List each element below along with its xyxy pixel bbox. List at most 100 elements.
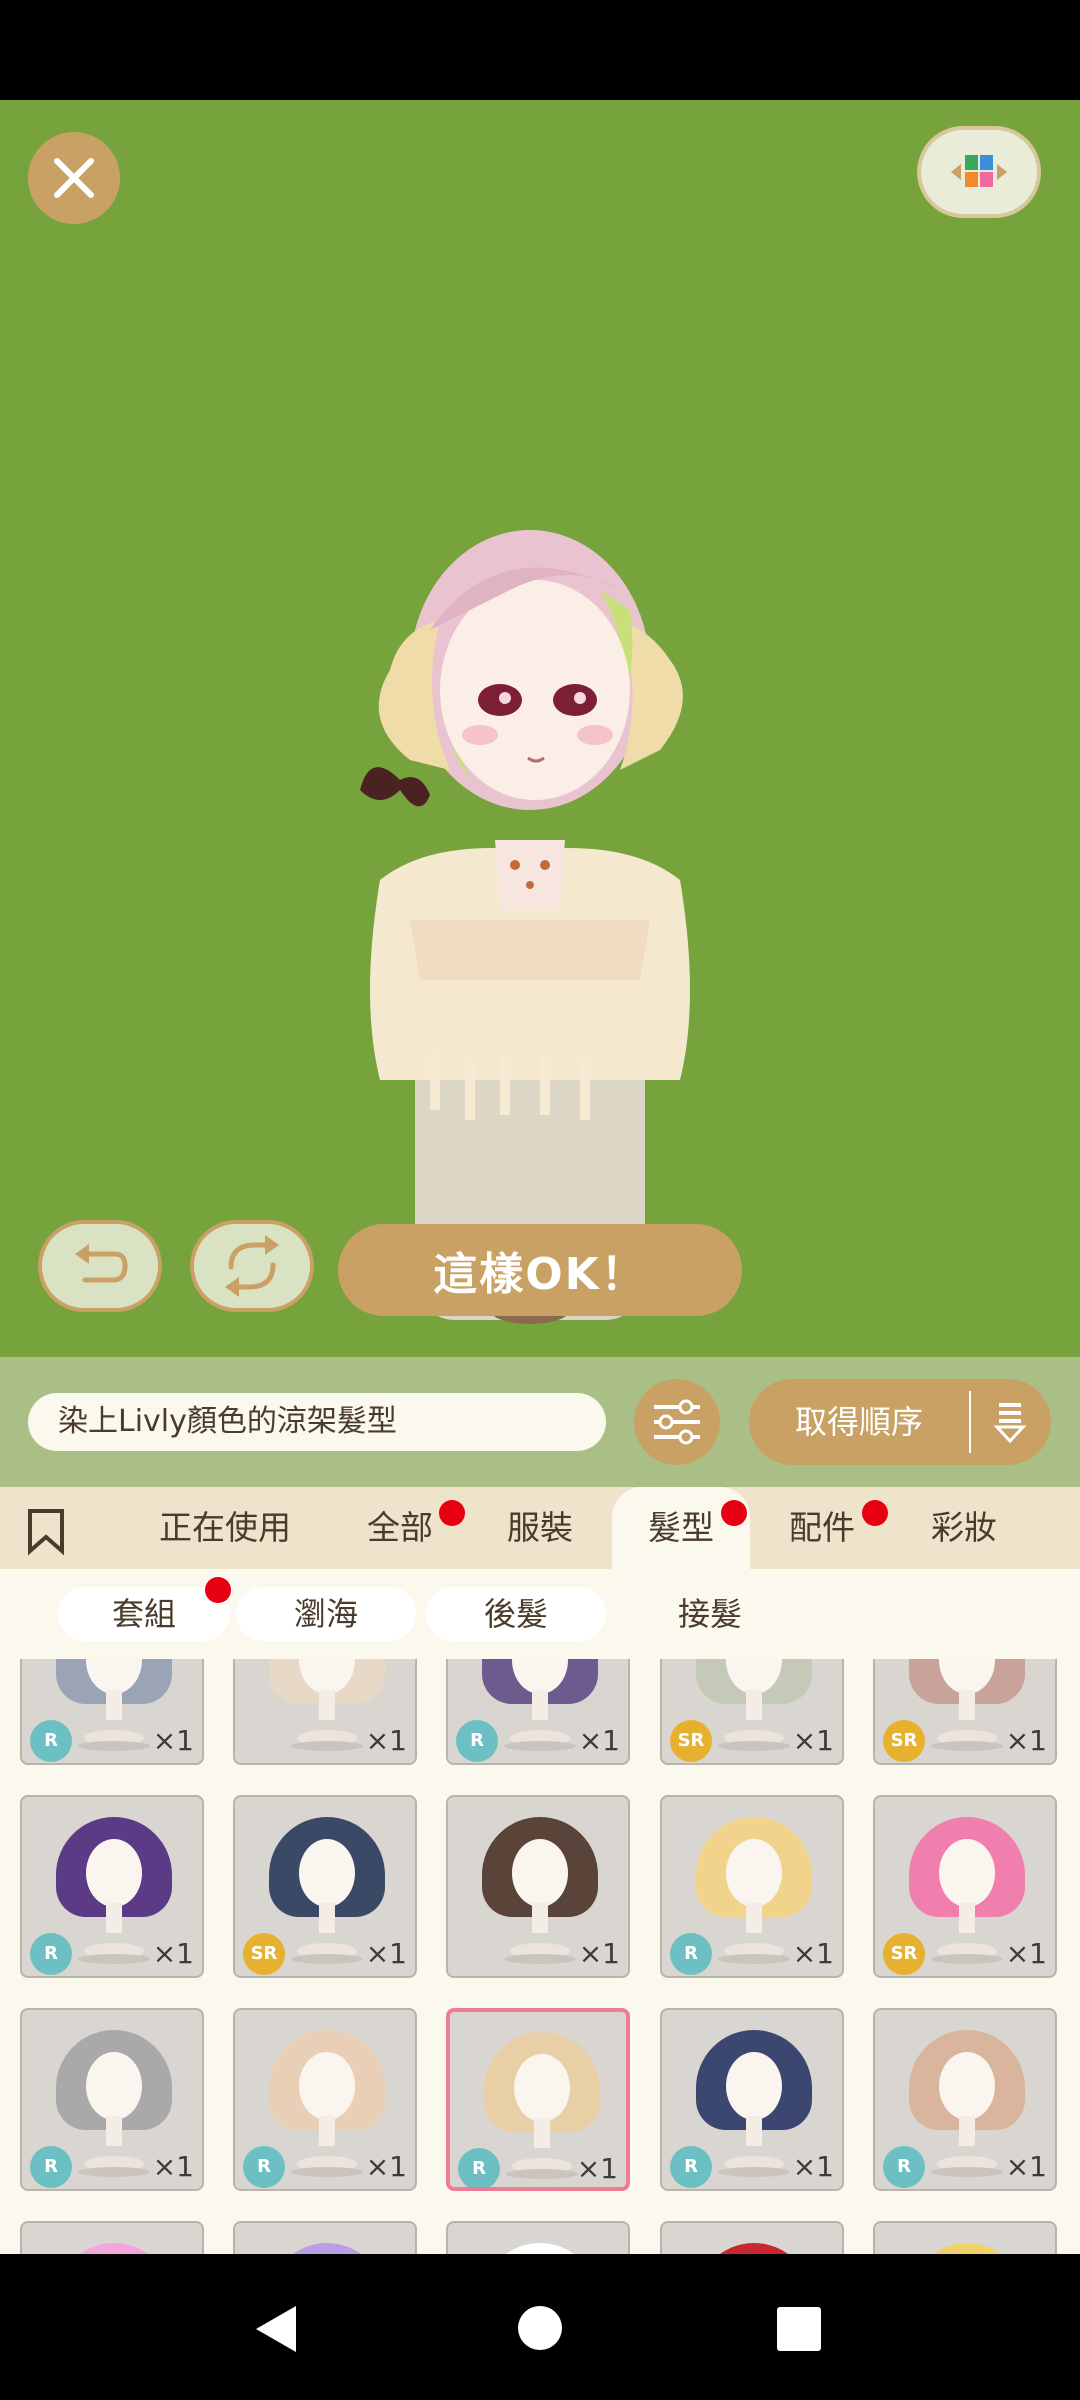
hair-item[interactable] — [446, 2221, 630, 2254]
rarity-badge: R — [458, 2148, 500, 2187]
recents-square-icon[interactable] — [776, 2306, 822, 2352]
item-quantity: ×1 — [792, 2150, 834, 2183]
item-quantity: ×1 — [1005, 1724, 1047, 1757]
hair-item[interactable]: SR ×1 — [233, 1795, 417, 1978]
hair-preview — [909, 2243, 1025, 2254]
rarity-badge: SR — [670, 1720, 712, 1762]
tab-all-badge — [439, 1500, 465, 1526]
mannequin-head-icon — [931, 1839, 1003, 1964]
hair-preview — [696, 2243, 812, 2254]
mannequin-head-icon — [78, 1659, 150, 1751]
item-quantity: ×1 — [578, 1724, 620, 1757]
item-quantity: ×1 — [1005, 2150, 1047, 2183]
ok-button[interactable]: 這樣OK！ — [338, 1224, 742, 1316]
hair-item[interactable] — [233, 2221, 417, 2254]
undo-button[interactable] — [38, 1220, 162, 1312]
sort-order-label: 取得順序 — [794, 1403, 923, 1441]
rarity-badge: R — [30, 1720, 72, 1762]
tab-in-use[interactable]: 正在使用 — [140, 1487, 310, 1569]
tab-clothing[interactable]: 服裝 — [480, 1487, 600, 1569]
tab-all[interactable]: 全部 — [340, 1487, 460, 1569]
rarity-badge: R — [30, 1933, 72, 1975]
item-name-field[interactable]: 染上Livly顏色的涼架髮型 — [28, 1393, 606, 1451]
tab-hairstyle[interactable]: 髮型 — [612, 1487, 750, 1569]
item-quantity: ×1 — [152, 1724, 194, 1757]
status-bar — [0, 0, 1080, 100]
close-button[interactable] — [28, 132, 120, 224]
home-circle-icon[interactable] — [516, 2304, 564, 2352]
item-quantity: ×1 — [152, 2150, 194, 2183]
mannequin-head-icon — [718, 2052, 790, 2177]
rarity-badge: SR — [243, 1933, 285, 1975]
hair-item[interactable]: ×1 — [446, 1795, 630, 1978]
sort-order-button[interactable]: 取得順序 — [749, 1379, 1051, 1465]
mannequin-head-icon — [78, 2052, 150, 2177]
rotate-icon — [225, 1235, 279, 1297]
close-icon — [54, 158, 94, 198]
hair-item[interactable]: R ×1 — [873, 2008, 1057, 2191]
mannequin-head-icon — [931, 2052, 1003, 2177]
subtab-back-hair[interactable]: 後髮 — [426, 1587, 606, 1641]
hair-item[interactable] — [873, 2221, 1057, 2254]
hair-item[interactable]: R ×1 — [20, 1659, 204, 1765]
filter-button[interactable] — [634, 1379, 720, 1465]
divider — [969, 1391, 971, 1453]
undo-icon — [75, 1244, 128, 1283]
rarity-badge: SR — [883, 1933, 925, 1975]
item-quantity: ×1 — [578, 1937, 620, 1970]
back-triangle-icon[interactable] — [252, 2304, 302, 2354]
hair-item[interactable]: R ×1 — [446, 2008, 630, 2191]
hair-item[interactable]: SR ×1 — [660, 1659, 844, 1765]
mannequin-head-icon — [504, 1839, 576, 1964]
hair-item[interactable]: R ×1 — [20, 1795, 204, 1978]
mannequin-head-icon — [931, 1659, 1003, 1751]
mannequin-head-icon — [291, 1839, 363, 1964]
color-layout-button[interactable] — [917, 126, 1041, 218]
mannequin-head-icon — [78, 1839, 150, 1964]
sort-order-icon[interactable] — [981, 1399, 1037, 1445]
subcategory-tabs: 套組 瀏海 後髮 接髮 — [0, 1569, 1080, 1659]
mannequin-head-icon — [291, 1659, 363, 1751]
hair-item[interactable] — [20, 2221, 204, 2254]
subtab-set-badge — [205, 1577, 231, 1603]
hair-item[interactable]: ×1 — [233, 1659, 417, 1765]
subtab-extensions[interactable]: 接髮 — [620, 1587, 800, 1641]
hair-item[interactable]: R ×1 — [446, 1659, 630, 1765]
hair-preview — [269, 2243, 385, 2254]
bookmark-icon[interactable] — [24, 1507, 68, 1555]
rarity-badge: R — [456, 1720, 498, 1762]
item-quantity: ×1 — [576, 2152, 618, 2185]
rarity-badge: R — [670, 1933, 712, 1975]
item-quantity: ×1 — [365, 1724, 407, 1757]
subtab-bangs[interactable]: 瀏海 — [236, 1587, 416, 1641]
subtab-set[interactable]: 套組 — [58, 1587, 230, 1641]
category-tabs: 正在使用 全部 服裝 髮型 配件 彩妝 — [0, 1487, 1080, 1569]
rarity-badge: R — [30, 2146, 72, 2188]
hair-item[interactable]: R ×1 — [660, 2008, 844, 2191]
tab-accessories[interactable]: 配件 — [762, 1487, 882, 1569]
mannequin-head-icon — [504, 1659, 576, 1751]
item-quantity: ×1 — [792, 1724, 834, 1757]
rarity-badge: R — [243, 2146, 285, 2188]
item-quantity: ×1 — [365, 1937, 407, 1970]
mannequin-head-icon — [506, 2054, 578, 2179]
mannequin-head-icon — [718, 1839, 790, 1964]
mannequin-head-icon — [291, 2052, 363, 2177]
toolbar: 染上Livly顏色的涼架髮型 取得順序 — [0, 1357, 1080, 1487]
hair-item[interactable]: R ×1 — [20, 2008, 204, 2191]
tab-makeup[interactable]: 彩妝 — [904, 1487, 1024, 1569]
hair-preview — [482, 2243, 598, 2254]
hair-item[interactable]: R ×1 — [660, 1795, 844, 1978]
item-quantity: ×1 — [152, 1937, 194, 1970]
item-grid: R ×1 ×1 R ×1 SR ×1 SR ×1 R ×1 SR ×1 ×1 R ×1 SR ×1 R ×1 R ×1 R ×… — [0, 1659, 1080, 2254]
hair-item[interactable]: SR ×1 — [873, 1795, 1057, 1978]
rotate-button[interactable] — [190, 1220, 314, 1312]
hair-item[interactable]: R ×1 — [233, 2008, 417, 2191]
mannequin-head-icon — [718, 1659, 790, 1751]
color-grid-icon — [951, 155, 1007, 187]
hair-item[interactable] — [660, 2221, 844, 2254]
navigation-bar — [0, 2254, 1080, 2400]
hair-preview — [56, 2243, 172, 2254]
rarity-badge: R — [670, 2146, 712, 2188]
hair-item[interactable]: SR ×1 — [873, 1659, 1057, 1765]
